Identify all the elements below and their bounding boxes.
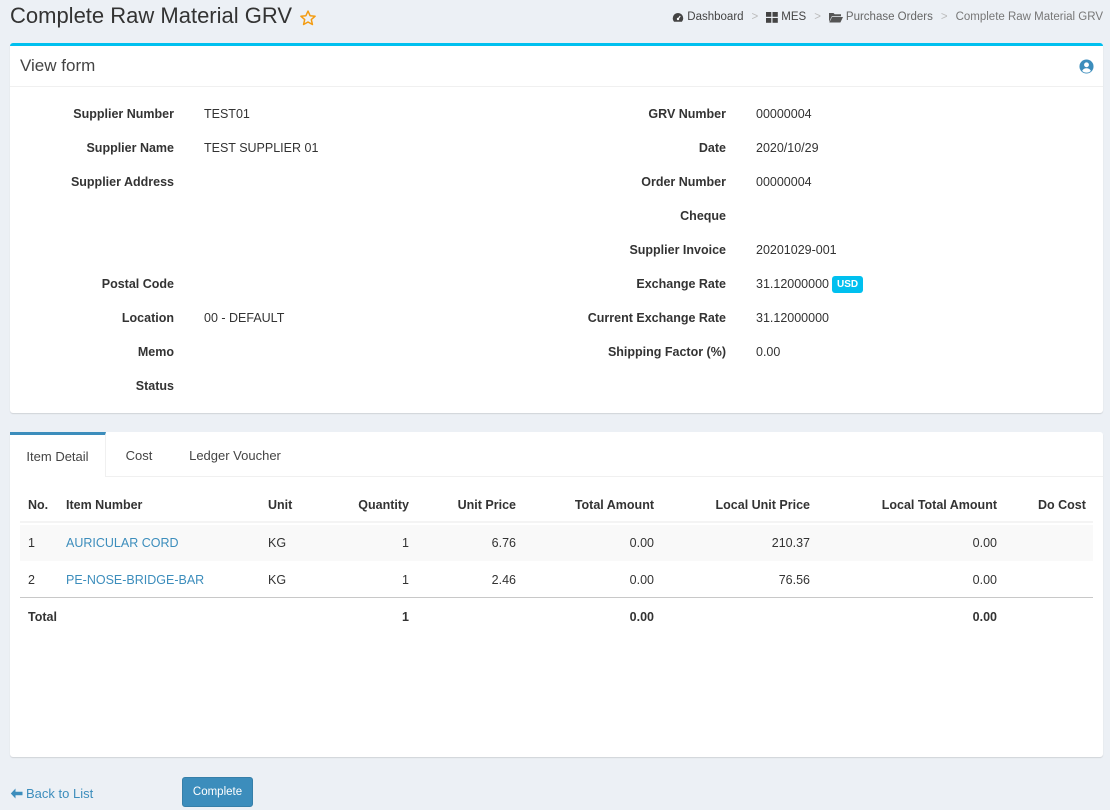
row-no: 1 xyxy=(28,536,35,550)
col-header-no: No. xyxy=(28,498,49,512)
col-header-quantity: Quantity xyxy=(358,498,409,512)
breadcrumb: Dashboard > MES > Purchase Orders > Comp… xyxy=(672,11,1103,23)
table-header-row: No. Item Number Unit Quantity Unit Price… xyxy=(20,487,1093,523)
tab-bar: Item Detail Cost Ledger Voucher xyxy=(10,432,1103,477)
breadcrumb-purchase-orders[interactable]: Purchase Orders xyxy=(828,11,933,23)
date-label: Date xyxy=(698,141,726,155)
total-amount: 0.00 xyxy=(629,610,654,624)
row-total-amount: 0.00 xyxy=(629,573,654,587)
folder-open-icon xyxy=(828,12,843,22)
col-header-item-number: Item Number xyxy=(66,498,143,512)
row-total-amount: 0.00 xyxy=(629,536,654,550)
shipping-factor-label: Shipping Factor (%) xyxy=(607,345,726,359)
view-form-title: View form xyxy=(20,56,96,75)
location-value: 00 - DEFAULT xyxy=(204,311,285,325)
supplier-number-link[interactable]: TEST01 xyxy=(204,107,250,121)
row-local-total-amount: 0.00 xyxy=(972,573,997,587)
supplier-invoice-value: 20201029-001 xyxy=(756,243,837,257)
row-unit-price: 6.76 xyxy=(491,536,516,550)
arrow-left-icon xyxy=(10,788,23,799)
supplier-name-label: Supplier Name xyxy=(86,141,174,155)
tab-ledger-voucher[interactable]: Ledger Voucher xyxy=(182,432,288,477)
page-header: Complete Raw Material GRV Dashboard > ME… xyxy=(0,0,1110,38)
currency-badge: USD xyxy=(832,276,864,293)
breadcrumb-separator: > xyxy=(751,11,759,23)
dashboard-icon xyxy=(673,12,684,22)
current-exchange-rate-label: Current Exchange Rate xyxy=(587,311,726,325)
order-number-label: Order Number xyxy=(641,175,726,189)
supplier-invoice-label: Supplier Invoice xyxy=(629,243,726,257)
breadcrumb-mes-label: MES xyxy=(781,11,807,23)
col-header-unit-price: Unit Price xyxy=(457,498,516,512)
complete-button[interactable]: Complete xyxy=(182,777,253,807)
order-number-value: 00000004 xyxy=(756,175,812,189)
exchange-rate-label: Exchange Rate xyxy=(636,277,726,291)
col-header-unit: Unit xyxy=(268,498,293,512)
col-header-local-total-amount: Local Total Amount xyxy=(881,498,997,512)
page-title: Complete Raw Material GRV xyxy=(10,3,293,28)
back-to-list-link[interactable]: Back to List xyxy=(10,786,93,801)
supplier-name-value: TEST SUPPLIER 01 xyxy=(204,141,319,155)
grv-number-label: GRV Number xyxy=(648,107,726,121)
current-exchange-rate-value: 31.12000000 xyxy=(756,311,829,325)
table-row: 2 PE-NOSE-BRIDGE-BAR KG 1 2.46 0.00 76.5… xyxy=(20,562,1093,598)
col-header-local-unit-price: Local Unit Price xyxy=(715,498,810,512)
total-label: Total xyxy=(28,610,57,624)
row-local-total-amount: 0.00 xyxy=(972,536,997,550)
exchange-rate-value: 31.12000000 xyxy=(756,277,829,291)
supplier-number-label: Supplier Number xyxy=(73,107,174,121)
item-number-link[interactable]: PE-NOSE-BRIDGE-BAR xyxy=(66,573,204,587)
back-to-list-label: Back to List xyxy=(26,786,94,801)
table-total-row: Total 1 0.00 0.00 xyxy=(20,599,1093,635)
item-number-link[interactable]: AURICULAR CORD xyxy=(66,536,179,550)
tab-cost[interactable]: Cost xyxy=(116,432,162,477)
cheque-label: Cheque xyxy=(680,209,726,223)
breadcrumb-dashboard-label: Dashboard xyxy=(687,11,744,23)
breadcrumb-purchase-orders-label: Purchase Orders xyxy=(845,11,933,23)
row-local-unit-price: 210.37 xyxy=(771,536,810,550)
user-circle-icon[interactable] xyxy=(1079,59,1094,74)
grv-number-value: 00000004 xyxy=(756,107,812,121)
memo-label: Memo xyxy=(137,345,174,359)
star-icon[interactable] xyxy=(299,9,317,27)
breadcrumb-separator: > xyxy=(814,11,821,23)
exchange-rate-field: 31.12000000 USD xyxy=(756,276,864,294)
postal-code-label: Postal Code xyxy=(101,277,174,291)
row-unit: KG xyxy=(268,573,287,587)
shipping-factor-value: 0.00 xyxy=(756,345,781,359)
date-value: 2020/10/29 xyxy=(756,141,819,155)
breadcrumb-current: Complete Raw Material GRV xyxy=(955,11,1103,23)
row-local-unit-price: 76.56 xyxy=(778,573,810,587)
supplier-address-label: Supplier Address xyxy=(70,175,174,189)
view-form-header: View form xyxy=(10,46,1103,87)
status-label: Status xyxy=(135,379,174,393)
row-unit-price: 2.46 xyxy=(491,573,516,587)
location-label: Location xyxy=(121,311,174,325)
view-form-panel: View form Supplier Number TEST01 Supplie… xyxy=(10,43,1103,413)
breadcrumb-mes[interactable]: MES xyxy=(766,11,806,23)
row-quantity: 1 xyxy=(402,536,409,550)
table-row: 1 AURICULAR CORD KG 1 6.76 0.00 210.37 0… xyxy=(20,525,1093,561)
total-quantity: 1 xyxy=(402,610,409,624)
grid-icon xyxy=(766,11,779,23)
do-cost-link[interactable]: Do Cost xyxy=(1038,498,1086,512)
breadcrumb-separator: > xyxy=(940,11,948,23)
tab-item-detail[interactable]: Item Detail xyxy=(10,432,106,477)
row-quantity: 1 xyxy=(402,573,409,587)
breadcrumb-dashboard[interactable]: Dashboard xyxy=(672,11,744,23)
row-no: 2 xyxy=(28,573,35,587)
tabs-panel: Item Detail Cost Ledger Voucher No. Item… xyxy=(10,432,1103,757)
total-local-amount: 0.00 xyxy=(972,610,997,624)
row-unit: KG xyxy=(268,536,287,550)
col-header-total-amount: Total Amount xyxy=(574,498,654,512)
